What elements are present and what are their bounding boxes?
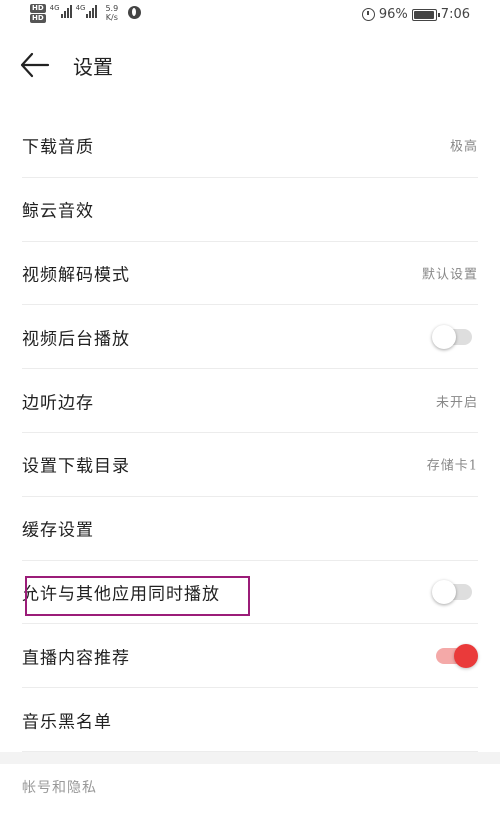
setting-label: 音乐黑名单 — [22, 712, 112, 733]
alarm-icon — [361, 8, 375, 21]
setting-label: 视频后台播放 — [22, 329, 130, 350]
setting-live-recommendation: 直播内容推荐 — [22, 624, 478, 689]
signal-1: 4G — [50, 4, 72, 18]
setting-music-blacklist[interactable]: 音乐黑名单 — [22, 688, 478, 752]
battery-icon — [411, 8, 440, 21]
page-title: 设置 — [73, 55, 113, 79]
hd-badge-2: HD — [30, 14, 46, 23]
network-type-label-1: 4G — [49, 4, 60, 12]
status-bar-left: HD HD 4G 4G 5.9 K/s — [30, 4, 142, 23]
simultaneous-play-toggle[interactable] — [432, 579, 472, 604]
network-speed-unit: K/s — [105, 13, 118, 22]
setting-value: 极高 — [449, 139, 478, 155]
signal-bars-icon — [86, 4, 98, 18]
setting-listen-and-save[interactable]: 边听边存 未开启 — [22, 369, 478, 433]
toggle-knob — [432, 579, 456, 604]
setting-video-background-play: 视频后台播放 — [22, 305, 478, 370]
setting-video-decode-mode[interactable]: 视频解码模式 默认设置 — [22, 242, 478, 306]
toggle-knob — [454, 643, 478, 668]
setting-value: 存储卡1 — [426, 458, 478, 474]
settings-list: 下载音质 极高 鲸云音效 视频解码模式 默认设置 视频后台播放 边听边存 未开启… — [0, 114, 500, 752]
section-divider — [0, 752, 500, 764]
status-bar-right: 96% 7:06 — [361, 7, 470, 22]
setting-label: 下载音质 — [22, 137, 94, 158]
back-arrow-icon[interactable] — [18, 50, 52, 80]
setting-label: 直播内容推荐 — [22, 648, 130, 669]
setting-label: 鲸云音效 — [22, 201, 94, 222]
battery-percent: 96% — [378, 7, 408, 22]
network-speed-value: 5.9 — [105, 4, 119, 13]
hd-badges: HD HD — [30, 4, 46, 23]
live-recommendation-toggle[interactable] — [436, 643, 478, 668]
header: 设置 — [0, 40, 500, 90]
network-speed: 5.9 K/s — [105, 4, 118, 22]
toggle-knob — [432, 324, 456, 349]
clock-time: 7:06 — [440, 7, 470, 22]
setting-download-quality[interactable]: 下载音质 极高 — [22, 114, 478, 178]
signal-2: 4G — [76, 4, 98, 18]
status-bar: HD HD 4G 4G 5.9 K/s 96% 7:06 — [0, 0, 500, 32]
setting-value: 未开启 — [435, 395, 478, 411]
video-background-play-toggle[interactable] — [432, 324, 472, 349]
setting-sound-effect[interactable]: 鲸云音效 — [22, 178, 478, 242]
setting-allow-simultaneous-play: 允许与其他应用同时播放 — [22, 561, 478, 625]
setting-download-directory[interactable]: 设置下载目录 存储卡1 — [22, 433, 478, 497]
section-header-account-privacy: 帐号和隐私 — [22, 780, 97, 796]
hd-badge-1: HD — [30, 4, 46, 13]
setting-value: 默认设置 — [421, 267, 478, 283]
battery-fill — [413, 10, 434, 19]
setting-label: 设置下载目录 — [22, 456, 130, 477]
setting-cache[interactable]: 缓存设置 — [22, 497, 478, 561]
network-type-label-2: 4G — [75, 4, 86, 12]
signal-bars-icon — [60, 4, 72, 18]
setting-label: 视频解码模式 — [22, 265, 130, 286]
browser-globe-icon — [128, 6, 142, 19]
setting-label: 缓存设置 — [22, 520, 94, 541]
setting-label: 允许与其他应用同时播放 — [22, 584, 220, 605]
setting-label: 边听边存 — [22, 393, 94, 414]
